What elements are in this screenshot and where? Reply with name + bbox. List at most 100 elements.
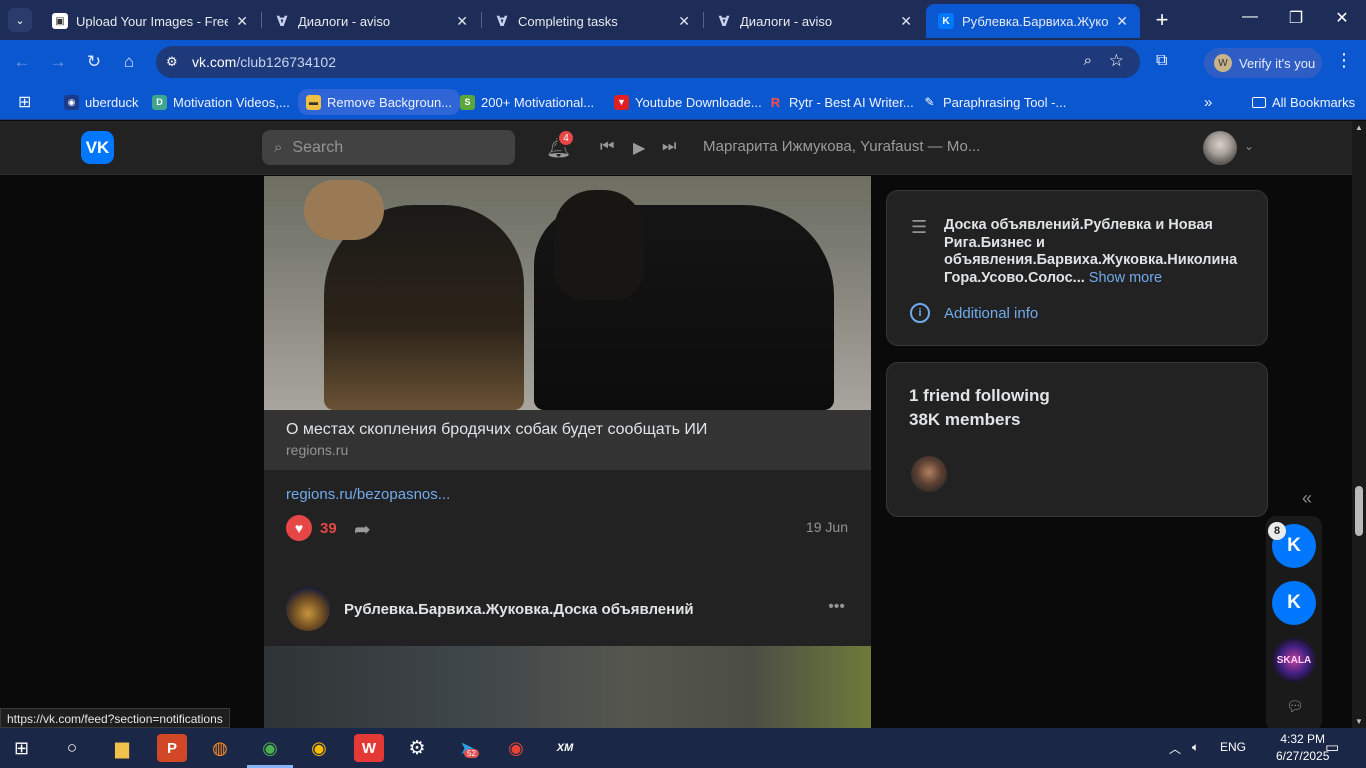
tab-completing-tasks[interactable]: ∀ Completing tasks ✕ xyxy=(482,4,702,38)
all-bookmarks-button[interactable]: All Bookmarks xyxy=(1252,92,1355,112)
bookmark-star-icon[interactable]: ☆ xyxy=(1109,51,1124,71)
tab-vk-club[interactable]: K Рублевка.Барвиха.Жуковка. ✕ xyxy=(926,4,1140,38)
home-button[interactable]: ⌂ xyxy=(118,52,140,72)
url-text[interactable]: vk.com/club126734102 xyxy=(192,54,336,70)
rytr-icon: R xyxy=(770,94,781,110)
new-tab-button[interactable]: + xyxy=(1150,8,1174,32)
play-icon[interactable]: ▶ xyxy=(633,138,645,158)
back-button[interactable]: ← xyxy=(11,52,33,72)
telegram-badge: 52 xyxy=(464,749,479,758)
bookmark-motivational[interactable]: S 200+ Motivational... xyxy=(460,92,594,112)
chat-vk-2[interactable]: K xyxy=(1272,581,1316,625)
site-info-icon[interactable]: ⚙ xyxy=(166,54,178,70)
vk-icon: K xyxy=(938,13,954,29)
link-preview-card[interactable]: О местах скопления бродячих собак будет … xyxy=(264,410,871,470)
post-image[interactable] xyxy=(264,646,871,728)
page-scrollbar[interactable]: ▲ ▼ xyxy=(1352,121,1366,728)
post-image[interactable] xyxy=(264,176,871,410)
search-input[interactable]: ⌕ Search xyxy=(262,130,515,165)
apps-grid-icon[interactable]: ⊞ xyxy=(18,92,31,112)
members-card[interactable]: 1 friend following 38K members xyxy=(886,362,1268,517)
system-clock[interactable]: 4:32 PM 6/27/2025 xyxy=(1276,731,1329,765)
close-icon[interactable]: ✕ xyxy=(678,13,690,30)
extensions-icon[interactable]: ⧉ xyxy=(1156,52,1167,70)
user-avatar[interactable] xyxy=(1203,131,1237,165)
tab-title: Диалоги - aviso xyxy=(298,13,391,29)
file-explorer-icon[interactable]: ▆ xyxy=(107,734,137,762)
search-circle-icon[interactable]: ○ xyxy=(57,734,87,762)
settings-gear-icon[interactable]: ⚙ xyxy=(402,734,432,762)
chrome-icon[interactable]: ◉ xyxy=(501,734,531,762)
chrome-icon[interactable]: ◉ xyxy=(304,734,334,762)
chrome-icon[interactable]: ◉ xyxy=(255,734,285,762)
forward-button[interactable]: → xyxy=(47,52,69,72)
aviso-icon: ∀ xyxy=(276,12,288,29)
address-bar[interactable]: ⚙ vk.com/club126734102 ⌕ ☆ xyxy=(156,46,1140,78)
chevron-down-icon[interactable]: ⌄ xyxy=(1244,139,1254,153)
like-count: 39 xyxy=(320,519,337,537)
firefox-icon[interactable]: ◍ xyxy=(205,734,235,762)
bookmark-label: 200+ Motivational... xyxy=(481,94,595,110)
url-domain: vk.com xyxy=(192,54,237,70)
notifications-center-icon[interactable]: ▭ xyxy=(1325,738,1339,756)
search-icon[interactable]: ⌕ xyxy=(1084,52,1092,69)
close-icon[interactable]: ✕ xyxy=(456,13,468,30)
scroll-down-icon[interactable]: ▼ xyxy=(1355,717,1363,726)
vk-logo[interactable]: VK xyxy=(81,131,114,164)
link-title: О местах скопления бродячих собак будет … xyxy=(286,421,708,438)
bookmark-uberduck[interactable]: ◉ uberduck xyxy=(64,92,138,112)
scroll-up-icon[interactable]: ▲ xyxy=(1355,123,1363,132)
bookmark-youtube-downloader[interactable]: ▼ Youtube Downloade... xyxy=(614,92,762,112)
tab-search-button[interactable]: ⌄ xyxy=(8,8,32,32)
xm-app-icon[interactable]: XM xyxy=(550,734,580,762)
bookmark-rytr[interactable]: R Rytr - Best AI Writer... xyxy=(768,92,914,112)
scroll-thumb[interactable] xyxy=(1355,486,1363,536)
tab-aviso-dialogs[interactable]: ∀ Диалоги - aviso ✕ xyxy=(262,4,480,38)
additional-info-link[interactable]: Additional info xyxy=(944,305,1038,322)
bookmark-paraphrasing[interactable]: ✎ Paraphrasing Tool -... xyxy=(922,92,1066,112)
paraphrase-icon: ✎ xyxy=(924,95,935,109)
profile-verify-button[interactable]: W Verify it's you xyxy=(1204,48,1322,78)
reload-button[interactable]: ↻ xyxy=(83,52,105,72)
show-more-link[interactable]: Show more xyxy=(1089,270,1162,286)
more-options-icon[interactable]: ••• xyxy=(828,598,845,616)
previous-track-icon[interactable]: ⏮︎ xyxy=(600,138,614,156)
more-bookmarks-icon[interactable]: » xyxy=(1204,92,1212,112)
browser-menu-icon[interactable]: ⋮ xyxy=(1335,50,1353,71)
bookmark-motivation[interactable]: D Motivation Videos,... xyxy=(152,92,290,112)
post-date[interactable]: 19 Jun xyxy=(806,519,848,535)
close-icon[interactable]: ✕ xyxy=(900,13,912,30)
maximize-button[interactable]: ❐ xyxy=(1284,8,1308,28)
community-avatar[interactable] xyxy=(286,587,330,631)
youtube-dl-icon: ▼ xyxy=(614,94,629,110)
volume-icon[interactable]: 🔈︎ xyxy=(1192,740,1199,755)
now-playing-track[interactable]: Маргарита Ижмукова, Yurafaust — Мо... xyxy=(703,138,980,155)
share-icon[interactable]: ➦ xyxy=(354,517,371,542)
community-about-card: ☰ Доска объявлений.Рублевка и Новая Рига… xyxy=(886,190,1268,346)
tab-aviso-dialogs-2[interactable]: ∀ Диалоги - aviso ✕ xyxy=(704,4,924,38)
notifications-badge: 4 xyxy=(557,129,575,147)
url-path: /club126734102 xyxy=(236,54,336,70)
next-track-icon[interactable]: ⏭︎ xyxy=(662,138,676,156)
powerpoint-icon[interactable]: P xyxy=(157,734,187,762)
like-button[interactable]: ♥ 39 xyxy=(286,515,337,541)
tab-upload-images[interactable]: ▣ Upload Your Images - Free I ✕ xyxy=(40,4,260,38)
collapse-chats-icon[interactable]: « xyxy=(1302,488,1312,509)
chat-skala[interactable]: SKALA xyxy=(1272,638,1316,682)
bookmark-remove-bg[interactable]: ▬ Remove Backgroun... xyxy=(298,89,461,115)
messages-icon[interactable]: 💬︎ xyxy=(1286,698,1304,715)
close-icon[interactable]: ✕ xyxy=(1116,13,1128,30)
browser-tab-strip: ⌄ ▣ Upload Your Images - Free I ✕ ∀ Диал… xyxy=(0,0,1366,40)
minimize-button[interactable]: — xyxy=(1238,8,1262,26)
tray-expand-icon[interactable]: ︿ xyxy=(1169,740,1181,757)
window-close-button[interactable]: ✕ xyxy=(1330,8,1354,28)
chats-sidebar: K 8 K SKALA 💬︎ xyxy=(1266,516,1322,728)
post-author[interactable]: Рублевка.Барвиха.Жуковка.Доска объявлени… xyxy=(344,601,694,618)
friend-avatar[interactable] xyxy=(911,456,947,492)
status-bar-url: https://vk.com/feed?section=notification… xyxy=(0,708,230,728)
windows-start-icon[interactable]: ⊞ xyxy=(14,738,29,759)
wps-office-icon[interactable]: W xyxy=(354,734,384,762)
close-icon[interactable]: ✕ xyxy=(236,13,248,30)
post-link[interactable]: regions.ru/bezopasnos... xyxy=(286,486,450,503)
language-indicator[interactable]: ENG xyxy=(1220,740,1246,754)
